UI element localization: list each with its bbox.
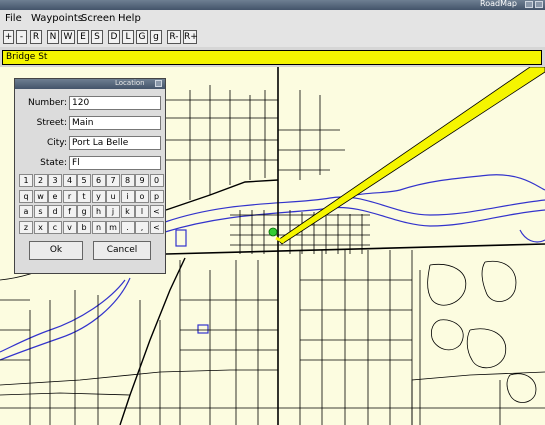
menu-waypoints[interactable]: Waypoints bbox=[31, 13, 83, 24]
window-title: RoadMap bbox=[480, 0, 517, 8]
key-1-0[interactable]: q bbox=[19, 189, 33, 203]
key-1-1[interactable]: w bbox=[33, 189, 48, 203]
zoom-out-button[interactable]: - bbox=[16, 30, 27, 44]
g-lower-button[interactable]: g bbox=[150, 30, 162, 44]
key-3-8[interactable]: , bbox=[135, 220, 149, 234]
g-upper-button[interactable]: G bbox=[136, 30, 148, 44]
key-0-7[interactable]: 8 bbox=[120, 174, 135, 187]
key-2-7[interactable]: k bbox=[120, 205, 135, 218]
dialog-titlebar: Location bbox=[15, 79, 165, 89]
key-0-5[interactable]: 6 bbox=[91, 174, 106, 187]
city-field[interactable]: Port La Belle bbox=[69, 136, 161, 150]
city-label: City: bbox=[46, 138, 67, 148]
key-2-4[interactable]: g bbox=[77, 205, 91, 218]
l-button[interactable]: L bbox=[122, 30, 134, 44]
key-2-8[interactable]: l bbox=[135, 205, 149, 218]
rotate-right-button[interactable]: R+ bbox=[183, 30, 198, 44]
key-3-9[interactable]: < bbox=[149, 220, 164, 234]
number-field[interactable]: 120 bbox=[69, 96, 161, 110]
key-3-0[interactable]: z bbox=[19, 220, 33, 234]
number-row: Number: 120 bbox=[17, 96, 163, 112]
key-3-3[interactable]: v bbox=[62, 220, 77, 234]
key-3-2[interactable]: c bbox=[48, 220, 62, 234]
key-0-6[interactable]: 7 bbox=[106, 174, 120, 187]
menu-screen[interactable]: Screen bbox=[81, 13, 115, 24]
key-3-6[interactable]: m bbox=[106, 220, 120, 234]
key-3-5[interactable]: n bbox=[91, 220, 106, 234]
key-0-1[interactable]: 2 bbox=[33, 174, 48, 187]
east-button[interactable]: E bbox=[77, 30, 89, 44]
window-titlebar: RoadMap bbox=[0, 0, 545, 10]
key-2-2[interactable]: d bbox=[48, 205, 62, 218]
key-0-3[interactable]: 4 bbox=[62, 174, 77, 187]
key-1-3[interactable]: r bbox=[62, 189, 77, 203]
key-1-7[interactable]: i bbox=[120, 189, 135, 203]
key-2-5[interactable]: h bbox=[91, 205, 106, 218]
location-dialog: Location Number: 120 Street: Main City: … bbox=[14, 78, 166, 274]
toolbar: + - R N W E S D L G g R- R+ bbox=[0, 28, 545, 47]
key-0-4[interactable]: 5 bbox=[77, 174, 91, 187]
minimize-icon[interactable] bbox=[525, 1, 533, 8]
key-3-7[interactable]: . bbox=[120, 220, 135, 234]
key-2-0[interactable]: a bbox=[19, 205, 33, 218]
close-icon[interactable] bbox=[535, 1, 543, 8]
state-field[interactable]: Fl bbox=[69, 156, 161, 170]
ok-button[interactable]: Ok bbox=[29, 241, 83, 260]
key-1-2[interactable]: e bbox=[48, 189, 62, 203]
key-1-9[interactable]: p bbox=[149, 189, 164, 203]
street-row: Street: Main bbox=[17, 116, 163, 132]
street-label: Street: bbox=[36, 118, 67, 128]
key-3-4[interactable]: b bbox=[77, 220, 91, 234]
key-0-2[interactable]: 3 bbox=[48, 174, 62, 187]
key-2-6[interactable]: j bbox=[106, 205, 120, 218]
key-0-0[interactable]: 1 bbox=[19, 174, 33, 187]
city-row: City: Port La Belle bbox=[17, 136, 163, 152]
street-field[interactable]: Main bbox=[69, 116, 161, 130]
key-1-6[interactable]: u bbox=[106, 189, 120, 203]
menu-bar: File Waypoints Screen Help bbox=[0, 10, 545, 28]
menu-file[interactable]: File bbox=[5, 13, 22, 24]
north-button[interactable]: N bbox=[47, 30, 59, 44]
key-1-4[interactable]: t bbox=[77, 189, 91, 203]
key-1-8[interactable]: o bbox=[135, 189, 149, 203]
dialog-close-icon[interactable] bbox=[155, 80, 162, 87]
key-2-1[interactable]: s bbox=[33, 205, 48, 218]
key-2-9[interactable]: < bbox=[149, 205, 164, 218]
state-label: State: bbox=[40, 158, 67, 168]
dialog-title: Location bbox=[115, 79, 145, 87]
menu-help[interactable]: Help bbox=[118, 13, 141, 24]
south-button[interactable]: S bbox=[91, 30, 103, 44]
street-name-bar: Bridge St bbox=[2, 50, 542, 65]
key-0-8[interactable]: 9 bbox=[135, 174, 149, 187]
gps-position-marker bbox=[268, 227, 278, 237]
d-button[interactable]: D bbox=[108, 30, 120, 44]
state-row: State: Fl bbox=[17, 156, 163, 172]
cancel-button[interactable]: Cancel bbox=[93, 241, 151, 260]
rotate-left-button[interactable]: R- bbox=[167, 30, 181, 44]
zoom-in-button[interactable]: + bbox=[3, 30, 14, 44]
number-label: Number: bbox=[27, 98, 67, 108]
west-button[interactable]: W bbox=[61, 30, 75, 44]
key-1-5[interactable]: y bbox=[91, 189, 106, 203]
reset-button[interactable]: R bbox=[30, 30, 42, 44]
key-2-3[interactable]: f bbox=[62, 205, 77, 218]
key-3-1[interactable]: x bbox=[33, 220, 48, 234]
key-0-9[interactable]: 0 bbox=[149, 174, 164, 187]
